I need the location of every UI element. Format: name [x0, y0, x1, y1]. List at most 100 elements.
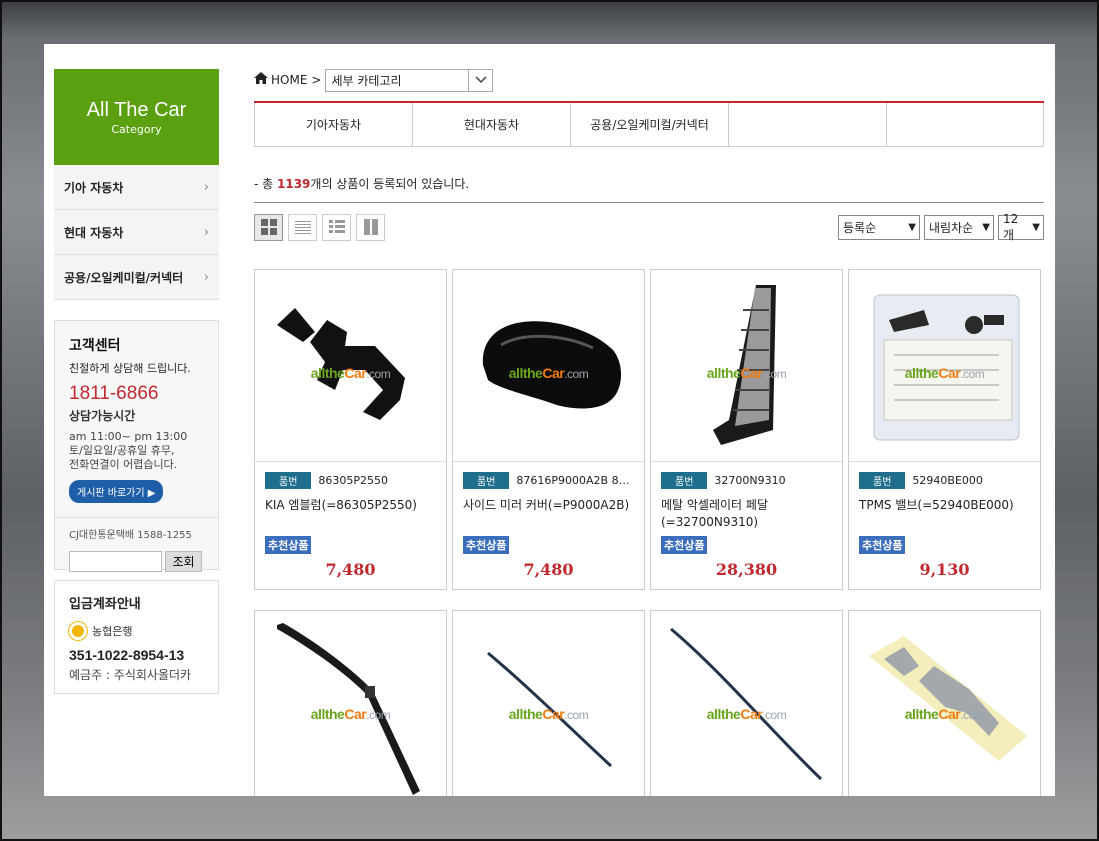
bank-owner: 예금주 : 주식회사올더카	[69, 668, 192, 682]
product-price: 28,380	[715, 560, 778, 579]
grid-view-icon[interactable]	[254, 213, 283, 241]
divider	[55, 517, 218, 518]
product-image[interactable]: alltheCar.com	[453, 611, 644, 796]
part-number-label: 품번	[661, 472, 708, 489]
tab-empty	[886, 103, 1044, 146]
product-name[interactable]: TPMS 밸브(=52940BE000)	[859, 497, 1030, 533]
product-card[interactable]: alltheCar.com 품번 87616P9000A2B 87616P900…	[452, 269, 645, 590]
watermark: alltheCar.com	[310, 706, 391, 722]
count-suffix: 개의 상품이 등록되어 있습니다.	[310, 177, 470, 191]
product-card[interactable]: alltheCar.com	[650, 610, 843, 796]
watermark: alltheCar.com	[508, 365, 589, 381]
product-image[interactable]: alltheCar.com	[849, 611, 1040, 796]
chevron-down-icon	[468, 69, 492, 91]
product-name[interactable]: 메탈 악셀레이터 페달(=32700N9310)	[661, 497, 832, 533]
cs-hours-title: 상담가능시간	[69, 409, 136, 423]
tab-hyundai[interactable]: 현대자동차	[412, 103, 570, 146]
sidebar-item-kia[interactable]: 기아 자동차 ›	[54, 165, 219, 210]
chevron-down-icon: ▼	[982, 221, 990, 233]
bank-logo-icon	[69, 622, 87, 640]
product-price: 9,130	[919, 560, 970, 579]
brand-subtitle: Category	[111, 123, 162, 136]
tracking-search: 조회	[69, 551, 204, 572]
part-number-value: 87616P9000A2B 87616P9000A2B	[516, 474, 632, 487]
breadcrumb: HOME > 세부 카테고리	[254, 68, 1044, 92]
subcategory-select[interactable]: 세부 카테고리	[325, 68, 494, 92]
board-link-button[interactable]: 게시판 바로가기 ▶	[69, 480, 164, 503]
tracking-input[interactable]	[69, 551, 162, 572]
product-price: 7,480	[325, 560, 376, 579]
recommended-badge: 추천상품	[265, 536, 312, 554]
product-image[interactable]: alltheCar.com	[453, 270, 644, 462]
wiper-blade-image	[277, 623, 420, 795]
recommended-badge: 추천상품	[859, 536, 906, 554]
product-info: 품번 87616P9000A2B 87616P9000A2B 사이드 미러 커버…	[453, 462, 644, 579]
part-number: 품번 86305P2550	[265, 472, 436, 489]
breadcrumb-home[interactable]: HOME	[271, 73, 307, 87]
part-number-value: 86305P2550	[318, 474, 389, 487]
chevron-right-icon: ›	[203, 179, 209, 195]
part-number-value: 32700N9310	[714, 474, 786, 487]
product-card[interactable]: alltheCar.com	[452, 610, 645, 796]
tab-empty	[728, 103, 886, 146]
product-image[interactable]: alltheCar.com	[255, 270, 446, 462]
view-mode-buttons	[254, 213, 385, 241]
bank-info: 입금계좌안내 농협은행 351-1022-8954-13 예금주 : 주식회사올…	[54, 580, 219, 694]
count-number: 1139	[277, 177, 311, 191]
product-image[interactable]: alltheCar.com	[849, 270, 1040, 462]
sidebar: All The Car Category 기아 자동차 › 현대 자동차 › 공…	[54, 69, 219, 694]
product-card[interactable]: alltheCar.com 품번 52940BE000 TPMS 밸브(=529…	[848, 269, 1041, 590]
detail-list-view-icon[interactable]	[322, 213, 351, 241]
product-card[interactable]: alltheCar.com 품번 32700N9310 메탈 악셀레이터 페달(…	[650, 269, 843, 590]
cs-hours-line: 토/일요일/공휴일 휴무,	[69, 444, 175, 457]
sidebar-item-label: 현대 자동차	[64, 225, 124, 240]
sort-order-select[interactable]: 등록순 ▼	[838, 214, 920, 240]
category-tabs: 기아자동차 현대자동차 공용/오일케미컬/커넥터	[254, 101, 1044, 147]
product-info: 품번 32700N9310 메탈 악셀레이터 페달(=32700N9310) 추…	[651, 462, 842, 579]
sidebar-item-hyundai[interactable]: 현대 자동차 ›	[54, 210, 219, 255]
product-image[interactable]: alltheCar.com	[651, 270, 842, 462]
home-icon[interactable]	[254, 72, 268, 88]
watermark: alltheCar.com	[904, 706, 985, 722]
bank-title: 입금계좌안내	[69, 597, 141, 612]
product-card[interactable]: alltheCar.com	[254, 610, 447, 796]
product-price: 7,480	[523, 560, 574, 579]
breadcrumb-separator-icon: >	[311, 73, 322, 87]
main-content: HOME > 세부 카테고리 기아자동차 현대자동차 공용/오일케미컬/커넥터 …	[254, 68, 1044, 796]
count-prefix: - 총	[254, 177, 277, 191]
emblem-sticker-image	[869, 636, 1027, 761]
customer-center: 고객센터 친절하게 상담해 드립니다. 1811-6866 상담가능시간 am …	[54, 320, 219, 572]
bank-account: 351-1022-8954-13	[69, 647, 185, 663]
delivery-info: CJ대한통운택배 1588-1255	[69, 530, 192, 541]
tracking-search-button[interactable]: 조회	[165, 551, 202, 572]
sidebar-item-common[interactable]: 공용/오일케미컬/커넥터 ›	[54, 255, 219, 300]
watermark: alltheCar.com	[706, 706, 787, 722]
product-image[interactable]: alltheCar.com	[651, 611, 842, 796]
product-card[interactable]: alltheCar.com	[848, 610, 1041, 796]
cs-hours-line: am 11:00~ pm 13:00	[69, 430, 188, 443]
list-view-icon[interactable]	[288, 213, 317, 241]
product-name[interactable]: 사이드 미러 커버(=P9000A2B)	[463, 497, 634, 533]
product-name[interactable]: KIA 엠블럼(=86305P2550)	[265, 497, 436, 533]
cs-title: 고객센터	[69, 338, 121, 354]
tab-kia[interactable]: 기아자동차	[254, 103, 412, 146]
sort-direction-select[interactable]: 내림차순 ▼	[924, 214, 994, 240]
product-card[interactable]: alltheCar.com 품번 86305P2550 KIA 엠블럼(=863…	[254, 269, 447, 590]
part-number: 품번 87616P9000A2B 87616P9000A2B	[463, 472, 634, 489]
subcategory-value: 세부 카테고리	[331, 73, 402, 88]
wiper-refill-image	[487, 651, 613, 768]
cs-hours-line: 전화연결이 어렵습니다.	[69, 458, 178, 471]
tab-common[interactable]: 공용/오일케미컬/커넥터	[570, 103, 728, 146]
watermark: alltheCar.com	[706, 365, 787, 381]
per-page-select[interactable]: 12개 ▼	[998, 211, 1044, 242]
sidebar-item-label: 공용/오일케미컬/커넥터	[64, 270, 184, 285]
sort-controls: 등록순 ▼ 내림차순 ▼ 12개 ▼	[838, 211, 1044, 242]
bank-name: 농협은행	[92, 625, 133, 638]
chevron-right-icon: ›	[203, 269, 209, 285]
product-image[interactable]: alltheCar.com	[255, 611, 446, 796]
per-page-value: 12개	[1003, 211, 1019, 242]
brand-box[interactable]: All The Car Category	[54, 69, 219, 165]
column-view-icon[interactable]	[356, 213, 385, 241]
sidebar-item-label: 기아 자동차	[64, 180, 124, 195]
sort-direction-value: 내림차순	[929, 220, 974, 235]
